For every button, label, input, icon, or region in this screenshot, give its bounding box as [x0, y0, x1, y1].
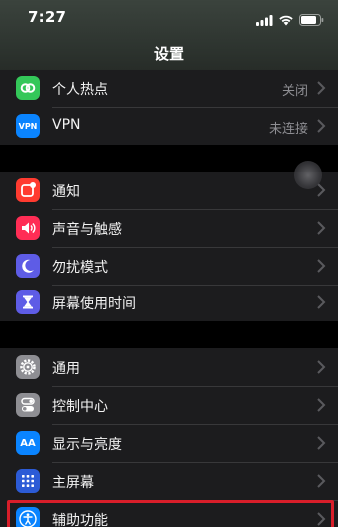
- row-do-not-disturb[interactable]: 勿扰模式: [0, 248, 338, 285]
- status-time: 7:27: [28, 8, 67, 26]
- row-label: 屏幕使用时间: [52, 296, 136, 312]
- row-personal-hotspot[interactable]: 个人热点 关闭: [0, 70, 338, 107]
- chevron-right-icon: [316, 359, 326, 375]
- chevron-right-icon: [316, 397, 326, 413]
- chevron-right-icon: [316, 118, 326, 134]
- vpn-icon: VPN: [16, 114, 40, 138]
- row-display-brightness[interactable]: AA 显示与亮度: [0, 425, 338, 462]
- chevron-right-icon: [316, 473, 326, 489]
- row-vpn[interactable]: VPN VPN 未连接: [0, 108, 338, 145]
- row-general[interactable]: 通用: [0, 349, 338, 386]
- row-label: 控制中心: [52, 399, 108, 415]
- signal-icon: [256, 11, 273, 30]
- link-icon: [16, 76, 40, 100]
- header: 7:27 设置: [0, 0, 338, 74]
- battery-icon: [299, 11, 324, 30]
- speaker-icon: [16, 216, 40, 240]
- row-home-screen[interactable]: 主屏幕: [0, 463, 338, 500]
- accessibility-highlight-box: [7, 500, 334, 527]
- row-sounds-haptics[interactable]: 声音与触感: [0, 210, 338, 247]
- settings-screen: 7:27 设置 个人热点 关闭 VPN VPN 未连接 通知 声音与触感 勿扰模…: [0, 0, 338, 527]
- notification-icon: [16, 178, 40, 202]
- grid-icon: [16, 469, 40, 493]
- hourglass-icon: [16, 290, 40, 314]
- row-label: 显示与亮度: [52, 437, 122, 453]
- chevron-right-icon: [316, 294, 326, 310]
- text-size-icon: AA: [16, 431, 40, 455]
- moon-icon: [16, 254, 40, 278]
- status-bar: 7:27: [0, 0, 338, 34]
- page-title: 设置: [153, 45, 184, 63]
- row-label: 勿扰模式: [52, 260, 108, 276]
- gear-icon: [16, 355, 40, 379]
- wifi-icon: [278, 11, 294, 30]
- row-label: 个人热点: [52, 82, 108, 98]
- row-label: 声音与触感: [52, 222, 122, 238]
- row-label: 主屏幕: [52, 475, 94, 491]
- row-notifications[interactable]: 通知: [0, 172, 338, 209]
- toggle-icon: [16, 393, 40, 417]
- chevron-right-icon: [316, 258, 326, 274]
- row-label: 通用: [52, 361, 80, 377]
- status-icons: [256, 11, 324, 30]
- network-group: 个人热点 关闭 VPN VPN 未连接: [0, 70, 338, 145]
- row-screen-time[interactable]: 屏幕使用时间: [0, 284, 338, 321]
- chevron-right-icon: [316, 220, 326, 236]
- notifications-group: 通知 声音与触感 勿扰模式 屏幕使用时间: [0, 172, 338, 321]
- row-label: VPN: [52, 117, 81, 133]
- assistive-touch-button[interactable]: [294, 161, 322, 189]
- chevron-right-icon: [316, 80, 326, 96]
- row-label: 通知: [52, 184, 80, 200]
- row-control-center[interactable]: 控制中心: [0, 387, 338, 424]
- row-value: 关闭: [281, 84, 308, 99]
- chevron-right-icon: [316, 435, 326, 451]
- row-value: 未连接: [268, 122, 308, 137]
